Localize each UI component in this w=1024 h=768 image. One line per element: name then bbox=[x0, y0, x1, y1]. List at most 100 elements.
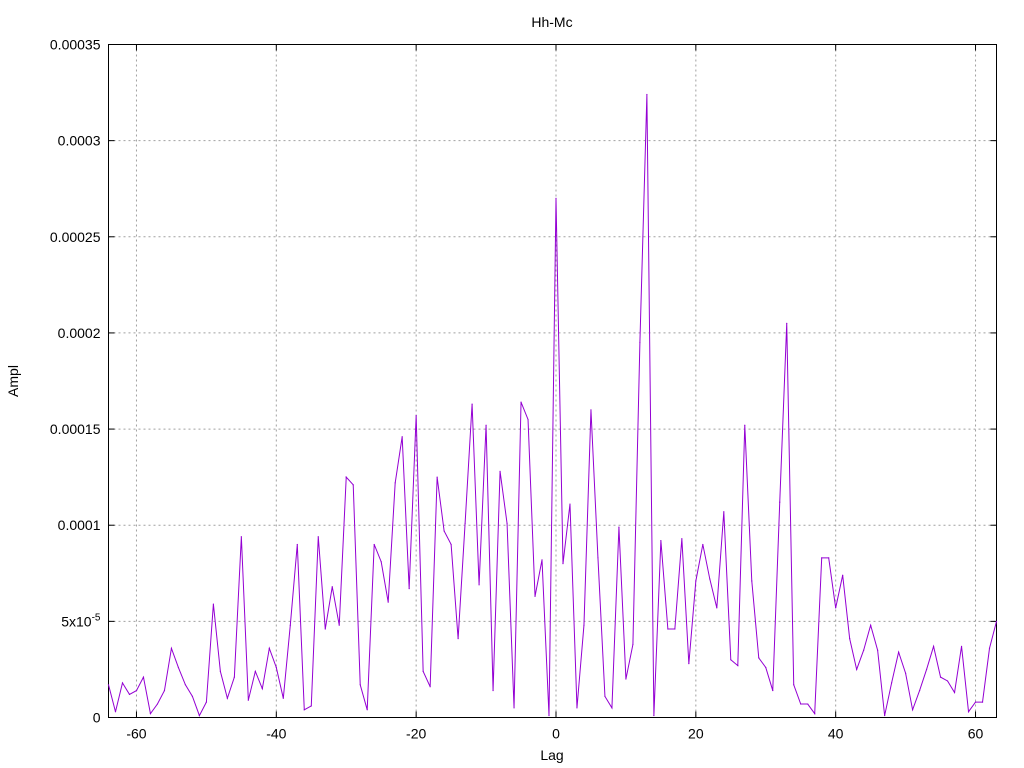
data-point bbox=[534, 595, 536, 597]
data-point bbox=[226, 697, 228, 699]
data-point bbox=[716, 607, 718, 609]
data-point bbox=[737, 664, 739, 667]
data-point bbox=[625, 678, 627, 680]
data-point bbox=[107, 684, 110, 686]
y-tick-label: 0.0003 bbox=[58, 133, 101, 149]
data-point bbox=[576, 707, 578, 709]
data-point bbox=[415, 415, 417, 417]
data-point bbox=[408, 588, 410, 590]
data-point bbox=[163, 689, 166, 692]
data-point bbox=[310, 705, 312, 707]
data-point bbox=[758, 657, 760, 659]
data-point bbox=[891, 682, 893, 684]
grid-lines bbox=[108, 44, 997, 718]
data-point bbox=[457, 638, 459, 640]
x-tick-label: 60 bbox=[968, 726, 984, 742]
data-point bbox=[128, 693, 131, 696]
y-axis-label: Ampl bbox=[5, 365, 21, 397]
data-point bbox=[863, 649, 865, 651]
data-point bbox=[345, 476, 347, 478]
data-point bbox=[506, 522, 508, 524]
data-point bbox=[387, 601, 389, 603]
data-point bbox=[359, 684, 361, 686]
y-tick-label: 0.00035 bbox=[50, 37, 101, 53]
data-point bbox=[646, 93, 648, 96]
data-point bbox=[324, 628, 326, 630]
data-point bbox=[443, 530, 445, 532]
data-point bbox=[149, 713, 152, 715]
data-point bbox=[911, 709, 914, 711]
data-point bbox=[800, 703, 802, 705]
axis-ticks bbox=[108, 44, 997, 718]
data-point bbox=[513, 707, 515, 709]
data-point bbox=[597, 557, 599, 559]
data-point bbox=[555, 197, 557, 199]
data-point bbox=[247, 699, 249, 701]
data-point bbox=[870, 624, 872, 626]
data-point bbox=[918, 689, 921, 692]
data-point bbox=[779, 501, 781, 503]
data-point bbox=[856, 668, 858, 671]
data-point bbox=[275, 666, 277, 669]
data-point bbox=[695, 580, 697, 582]
data-point bbox=[366, 709, 368, 711]
data-point bbox=[317, 536, 319, 538]
data-point bbox=[772, 689, 774, 692]
data-point bbox=[478, 584, 480, 586]
data-point bbox=[905, 672, 907, 674]
data-point bbox=[751, 580, 753, 582]
data-point bbox=[835, 607, 837, 609]
data-point bbox=[611, 707, 613, 709]
data-point bbox=[240, 536, 242, 538]
data-point bbox=[499, 470, 501, 472]
data-point bbox=[170, 647, 173, 649]
data-point bbox=[135, 689, 138, 692]
data-point bbox=[660, 540, 662, 542]
data-point bbox=[814, 713, 816, 715]
data-point bbox=[667, 628, 669, 630]
data-point bbox=[744, 424, 746, 426]
data-point bbox=[765, 666, 767, 669]
data-point bbox=[632, 643, 634, 646]
data-point bbox=[331, 586, 333, 588]
data-point bbox=[898, 651, 900, 653]
data-point bbox=[471, 403, 473, 405]
data-point bbox=[569, 503, 571, 505]
data-point bbox=[156, 703, 159, 705]
data-point bbox=[939, 676, 942, 678]
data-point bbox=[485, 424, 487, 426]
y-tick-label: 5x10-5 bbox=[61, 612, 101, 629]
y-tick-label: 0.0002 bbox=[58, 325, 101, 341]
data-point bbox=[688, 663, 690, 665]
data-point bbox=[946, 680, 949, 682]
data-point bbox=[548, 714, 550, 717]
data-point bbox=[960, 645, 963, 647]
data-point bbox=[233, 676, 235, 678]
data-point bbox=[380, 561, 382, 563]
data-point bbox=[562, 563, 564, 565]
data-point bbox=[429, 686, 431, 688]
data-point bbox=[967, 711, 970, 713]
data-point bbox=[142, 676, 145, 678]
data-point bbox=[702, 543, 704, 546]
y-tick-label: 0.00025 bbox=[50, 229, 101, 245]
x-axis-label: Lag bbox=[540, 747, 563, 763]
data-point bbox=[786, 322, 788, 324]
data-point bbox=[289, 624, 291, 626]
data-point bbox=[373, 543, 375, 546]
data-point bbox=[925, 668, 928, 671]
chart-title: Hh-Mc bbox=[531, 14, 572, 30]
data-point bbox=[974, 701, 977, 703]
data-point bbox=[198, 714, 200, 717]
y-tick-label: 0.00015 bbox=[50, 421, 101, 437]
data-point bbox=[303, 709, 305, 711]
data-point bbox=[401, 436, 403, 438]
data-point bbox=[821, 557, 823, 559]
data-point bbox=[723, 511, 725, 513]
data-point bbox=[261, 688, 263, 690]
data-point bbox=[352, 484, 354, 486]
data-point bbox=[709, 578, 711, 580]
chart: -60 -40 -20 0 20 40 60 0 5x10-5 0.0001 0.00015 0.0… bbox=[5, 14, 998, 763]
plot-border bbox=[108, 44, 997, 718]
x-tick-label: 0 bbox=[552, 726, 560, 742]
